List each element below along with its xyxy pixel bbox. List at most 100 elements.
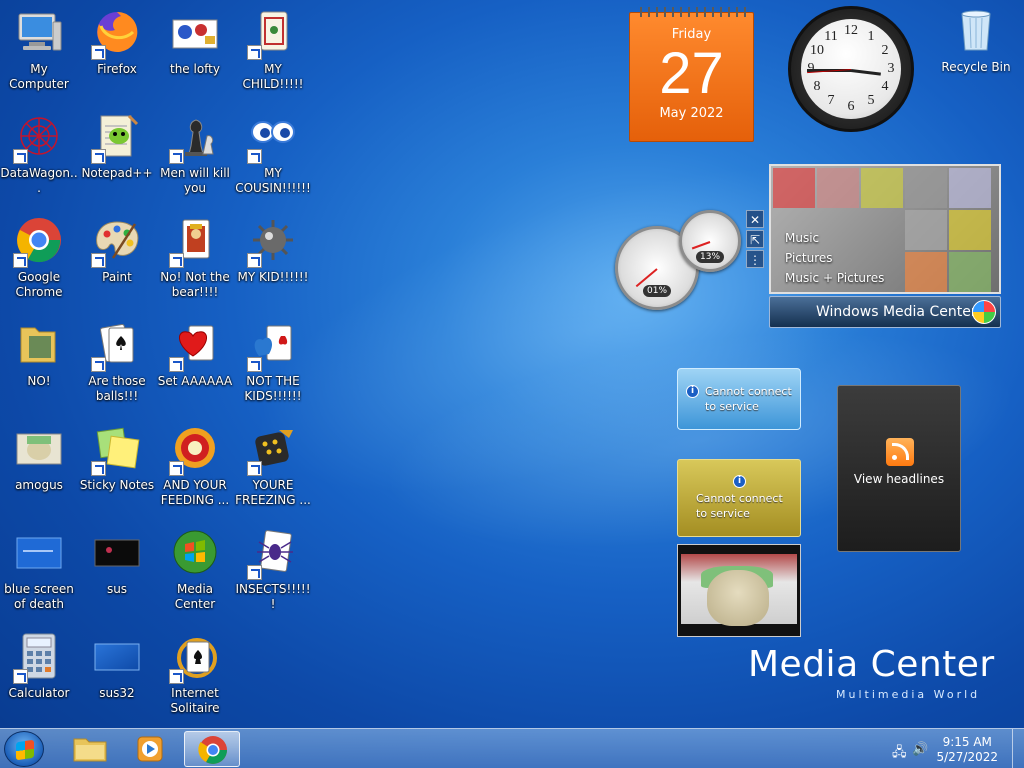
desktop-icon-set-aaaaaa[interactable]: Set AAAAAA: [156, 316, 234, 416]
desktop-icon-are-those-balls[interactable]: Are those balls!!!: [78, 316, 156, 416]
gadget-controls: ✕ ⇱ ⋮: [746, 210, 766, 270]
desktop-icon-notepad-plus-plus[interactable]: Notepad++: [78, 108, 156, 208]
media-center-title-bar[interactable]: Windows Media Center: [769, 296, 1001, 328]
clock-number: 2: [881, 43, 889, 58]
shortcut-arrow-icon: [91, 357, 106, 372]
shortcut-arrow-icon: [91, 149, 106, 164]
desktop-icon-sticky-notes[interactable]: Sticky Notes: [78, 420, 156, 520]
calculator-icon: [13, 632, 63, 684]
calendar-weekday: Friday: [671, 27, 712, 42]
shortcut-arrow-icon: [169, 357, 184, 372]
gadget-options-icon[interactable]: ⇱: [746, 230, 764, 248]
taskbar-chrome-button[interactable]: [184, 731, 240, 767]
taskbar-explorer-button[interactable]: [62, 731, 118, 767]
shortcut-arrow-icon: [247, 565, 262, 580]
calendar-gadget[interactable]: Friday 27 May 2022: [629, 7, 754, 142]
chrome-icon: [198, 736, 227, 764]
desktop-icon-my-child[interactable]: MY CHILD!!!!!: [234, 4, 312, 104]
media-menu-item-pictures[interactable]: Pictures: [785, 248, 884, 268]
taskbar-time: 9:15 AM: [942, 735, 992, 749]
desktop-icon-sus[interactable]: sus: [78, 524, 156, 624]
cpu-meter-gadget[interactable]: 01% 13%: [615, 210, 745, 310]
desktop-icon-calculator[interactable]: Calculator: [0, 628, 78, 728]
media-menu-item-music[interactable]: Music: [785, 228, 884, 248]
desktop-icon-youre-freezing[interactable]: YOURE FREEZING ...: [234, 420, 312, 520]
spider-icon: [247, 528, 297, 580]
desktop-icon-amogus[interactable]: amogus: [0, 420, 78, 520]
desktop-icon-internet-solitaire[interactable]: Internet Solitaire: [156, 628, 234, 728]
clock-number: 6: [847, 99, 855, 114]
desktop-icon-my-computer[interactable]: My Computer: [0, 4, 78, 104]
clock-number: 11: [824, 29, 838, 44]
memory-needle: [691, 241, 711, 250]
image-file-icon: [171, 8, 219, 56]
show-desktop-button[interactable]: [1012, 729, 1024, 768]
image-file-icon: [93, 632, 141, 680]
desktop-icon-firefox[interactable]: Firefox: [78, 4, 156, 104]
paint-palette-icon: [91, 216, 141, 268]
view-headlines-link[interactable]: View headlines: [838, 472, 960, 486]
desktop-icon-datawagon[interactable]: DataWagon...: [0, 108, 78, 208]
desktop-icon-not-the-kids[interactable]: NOT THE KIDS!!!!!!: [234, 316, 312, 416]
media-center-gadget[interactable]: Music Pictures Music + Pictures Windows …: [769, 164, 1001, 328]
image-file-icon: [15, 424, 63, 472]
clock-number: 4: [881, 79, 889, 94]
network-icon[interactable]: 🖧: [892, 743, 907, 765]
desktop-icon-paint[interactable]: Paint: [78, 212, 156, 312]
feed-headlines-gadget[interactable]: View headlines: [837, 385, 961, 552]
service-message: Cannot connect to service: [705, 385, 792, 413]
media-tile: [905, 168, 947, 208]
clock-gadget[interactable]: 12 1 2 3 4 5 6 7 8 9 10 11: [788, 6, 914, 132]
dice-game-icon: [247, 424, 297, 476]
volume-icon[interactable]: 🔊: [912, 742, 928, 757]
desktop-icon-label: Sticky Notes: [79, 478, 155, 492]
taskbar-clock[interactable]: 9:15 AM 5/27/2022: [936, 735, 998, 765]
media-center-title: Windows Media Center: [816, 304, 977, 320]
media-tile: [773, 168, 815, 208]
recycle-bin-icon: [952, 6, 1000, 54]
shortcut-arrow-icon: [247, 253, 262, 268]
desktop-icon-blue-screen-of-death[interactable]: blue screen of death: [0, 524, 78, 624]
desktop-icon-no[interactable]: NO!: [0, 316, 78, 416]
desktop-icon-the-lofty[interactable]: the lofty: [156, 4, 234, 104]
slideshow-image: [681, 554, 797, 626]
datawagon-icon: [13, 112, 63, 164]
desktop-icon-label: Google Chrome: [15, 270, 63, 299]
playing-card-icon: [169, 216, 219, 268]
drag-handle-icon[interactable]: ⋮: [746, 250, 764, 268]
desktop-icon-google-chrome[interactable]: Google Chrome: [0, 212, 78, 312]
memory-percent: 13%: [695, 251, 725, 263]
desktop-icon-label: My Computer: [9, 62, 69, 91]
shortcut-arrow-icon: [247, 461, 262, 476]
desktop-icon-insects[interactable]: INSECTS!!!!!!: [234, 524, 312, 624]
desktop-icon-no-not-the-bear[interactable]: No! Not the bear!!!!: [156, 212, 234, 312]
start-button[interactable]: [4, 731, 44, 767]
taskbar-media-player-button[interactable]: [122, 731, 178, 767]
clock-number: 12: [844, 23, 858, 38]
desktop-icon-my-cousin[interactable]: MY COUSIN!!!!!!: [234, 108, 312, 208]
desktop-icon-label: Firefox: [97, 62, 137, 76]
desktop-icon-label: sus32: [99, 686, 135, 700]
desktop-icon-media-center[interactable]: Media Center: [156, 524, 234, 624]
taskbar: 🖧 🔊 9:15 AM 5/27/2022: [0, 728, 1024, 768]
desktop-icon-and-your-feeding[interactable]: AND YOUR FEEDING ...: [156, 420, 234, 520]
shortcut-arrow-icon: [91, 461, 106, 476]
close-icon[interactable]: ✕: [746, 210, 764, 228]
shortcut-arrow-icon: [13, 253, 28, 268]
media-menu-item-music-pictures[interactable]: Music + Pictures: [785, 268, 884, 288]
media-tile: [861, 168, 903, 208]
desktop-icon-men-will-kill-you[interactable]: Men will kill you: [156, 108, 234, 208]
clock-number: 7: [827, 93, 835, 108]
shortcut-arrow-icon: [91, 45, 106, 60]
desktop-icon-my-kid[interactable]: MY KID!!!!!!: [234, 212, 312, 312]
desktop-icon-recycle-bin[interactable]: Recycle Bin: [938, 6, 1014, 86]
desktop-icon-sus32[interactable]: sus32: [78, 628, 156, 728]
mahjong-icon: [247, 8, 297, 60]
desktop-icon-label: INSECTS!!!!!!: [235, 582, 311, 611]
desktop-icon-label: Men will kill you: [160, 166, 230, 195]
currency-gadget[interactable]: i Cannot connect to service: [677, 459, 801, 537]
weather-gadget[interactable]: i Cannot connect to service: [677, 368, 801, 430]
sticky-notes-icon: [91, 424, 141, 476]
slideshow-gadget[interactable]: [677, 544, 801, 637]
desktop-icon-label: YOURE FREEZING ...: [235, 478, 311, 507]
